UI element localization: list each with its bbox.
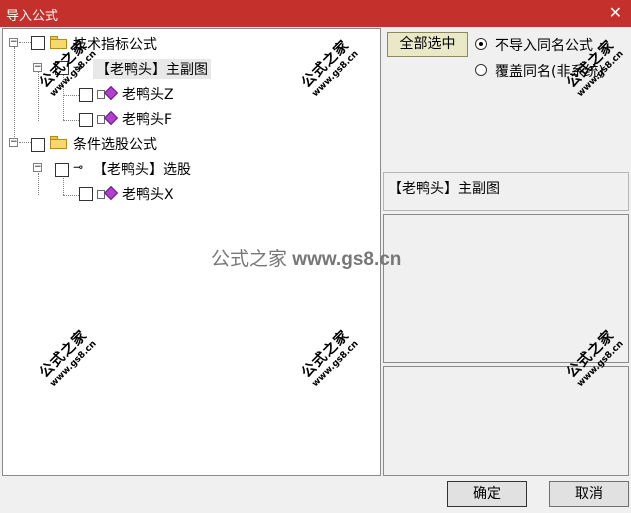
tree-node-formula-z[interactable]: 老鸭头Z: [3, 83, 203, 105]
radio-skip-duplicates[interactable]: 不导入同名公式: [475, 35, 625, 54]
import-options: 全部选中 不导入同名公式 覆盖同名(非系统): [383, 28, 629, 170]
checkbox[interactable]: [55, 163, 69, 177]
cancel-button[interactable]: 取消: [549, 481, 629, 507]
tree-node-label: 老鸭头X: [122, 187, 174, 203]
radio-button[interactable]: [475, 38, 487, 50]
indicator-gem-icon: [103, 110, 119, 126]
checkbox[interactable]: [55, 61, 69, 75]
tree-node-stock-screening[interactable]: − 条件选股公式: [3, 133, 203, 155]
checkbox[interactable]: [79, 88, 93, 102]
formula-detail-box: [383, 366, 629, 476]
radio-label: 不导入同名公式: [495, 38, 593, 54]
key-icon: ⊸: [73, 160, 84, 174]
checkbox[interactable]: [31, 36, 45, 50]
tree-node-formula-f[interactable]: 老鸭头F: [3, 108, 203, 130]
checkbox[interactable]: [79, 187, 93, 201]
select-all-button[interactable]: 全部选中: [387, 32, 468, 57]
tree-node-main-chart[interactable]: − ⊸ 【老鸭头】主副图: [3, 58, 243, 80]
collapse-toggle[interactable]: −: [9, 138, 18, 147]
tree-node-label: 老鸭头F: [122, 112, 173, 128]
indicator-gem-icon: [103, 185, 119, 201]
title-bar: 导入公式 ✕: [0, 0, 631, 27]
tree-node-label: 【老鸭头】主副图: [93, 59, 211, 79]
radio-button[interactable]: [475, 64, 487, 76]
center-watermark: 公式之家 www.gs8.cn: [211, 249, 402, 270]
collapse-toggle[interactable]: −: [33, 63, 42, 72]
radio-label: 覆盖同名(非系统): [495, 64, 604, 80]
radio-overwrite-duplicates[interactable]: 覆盖同名(非系统): [475, 61, 625, 80]
collapse-toggle[interactable]: −: [33, 163, 42, 172]
tree-node-formula-x[interactable]: 老鸭头X: [3, 183, 203, 205]
collapse-toggle[interactable]: −: [9, 38, 18, 47]
checkbox[interactable]: [31, 138, 45, 152]
tree-node-label: 技术指标公式: [73, 37, 157, 53]
ok-button[interactable]: 确定: [447, 481, 527, 507]
folder-icon: [50, 136, 67, 149]
tree-node-label: 条件选股公式: [73, 137, 157, 153]
tree-node-screening-formula[interactable]: − ⊸ 【老鸭头】选股: [3, 158, 223, 180]
tree-node-label: 老鸭头Z: [122, 87, 174, 103]
indicator-gem-icon: [103, 85, 119, 101]
close-icon[interactable]: ✕: [609, 3, 622, 22]
key-icon: ⊸: [73, 60, 84, 74]
formula-description-box: [383, 214, 629, 363]
tree-node-label: 【老鸭头】选股: [93, 162, 191, 178]
checkbox[interactable]: [79, 113, 93, 127]
selected-formula-box: 【老鸭头】主副图: [383, 172, 629, 211]
tree-node-tech-indicators[interactable]: − 技术指标公式: [3, 33, 203, 55]
window-title: 导入公式: [6, 9, 59, 24]
folder-icon: [50, 36, 67, 49]
selected-formula-name: 【老鸭头】主副图: [388, 181, 500, 197]
